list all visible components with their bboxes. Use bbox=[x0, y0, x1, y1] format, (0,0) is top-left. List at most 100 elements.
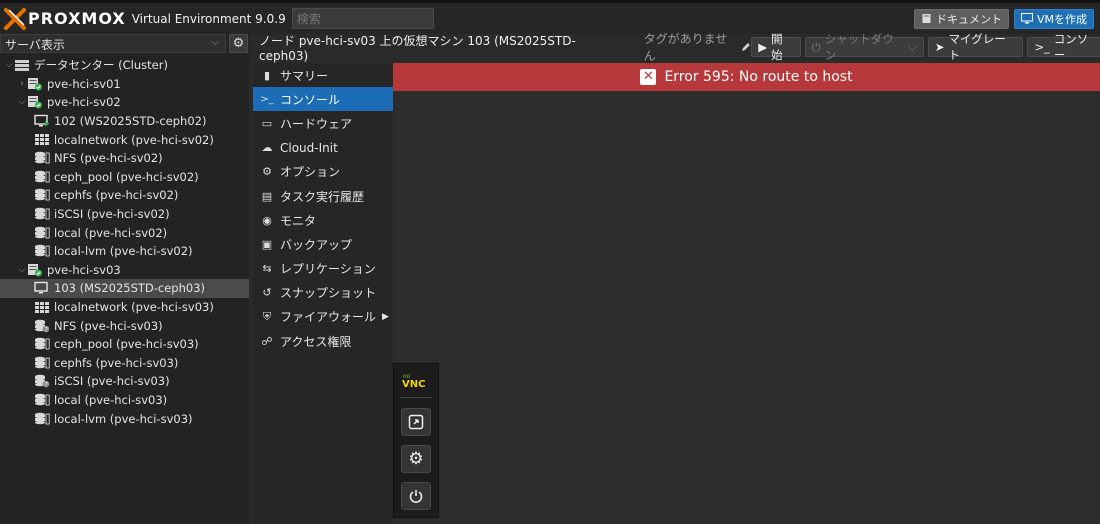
svg-text:?: ? bbox=[45, 382, 48, 389]
tree-item-label: ceph_pool (pve-hci-sv03) bbox=[54, 337, 199, 352]
console-panel: ✕ Error 595: No route to host no VNC ⚙ bbox=[393, 63, 1100, 524]
tree-item-label: localnetwork (pve-hci-sv03) bbox=[54, 300, 214, 315]
tree-item-label: pve-hci-sv02 bbox=[47, 95, 121, 110]
collapse-icon[interactable]: ⌵ bbox=[17, 265, 27, 275]
tree-item-label: cephfs (pve-hci-sv03) bbox=[54, 355, 179, 370]
nav-item-list[interactable]: ▤ タスク実行履歴 bbox=[253, 184, 393, 208]
tree-item[interactable]: local-lvm (pve-hci-sv03) bbox=[0, 409, 249, 428]
play-icon: ▶ bbox=[758, 40, 768, 54]
tags-label: タグがありません bbox=[643, 32, 728, 63]
product-version: Virtual Environment 9.0.9 bbox=[131, 11, 286, 26]
documentation-button[interactable]: ドキュメント bbox=[913, 8, 1009, 29]
shutdown-button[interactable]: ⏻ シャットダウン ⌵ bbox=[804, 32, 924, 62]
nav-item-label: コンソール bbox=[280, 92, 341, 107]
tree-item[interactable]: 102 (WS2025STD-ceph02) bbox=[0, 112, 249, 131]
tree-item[interactable]: ⌵ pve-hci-sv02 bbox=[0, 93, 249, 112]
console-label: コンソー bbox=[1053, 32, 1089, 62]
datacenter-icon bbox=[14, 58, 30, 72]
nav-item-retweet[interactable]: ⇆ レプリケーション bbox=[253, 257, 393, 281]
chevron-down-icon: ⌵ bbox=[211, 37, 219, 48]
retweet-icon: ⇆ bbox=[262, 262, 272, 276]
tree-item[interactable]: ⌵ pve-hci-sv03 bbox=[0, 261, 249, 280]
nav-item-label: オプション bbox=[280, 165, 341, 180]
monitor-icon: ▭ bbox=[261, 116, 273, 130]
tree-item[interactable]: › pve-hci-sv01 bbox=[0, 75, 249, 94]
tree-item[interactable]: NFS (pve-hci-sv02) bbox=[0, 149, 249, 168]
vnc-power-button[interactable] bbox=[401, 482, 431, 510]
nav-item-cloud[interactable]: ☁ Cloud-Init bbox=[253, 136, 393, 160]
expand-icon[interactable]: › bbox=[17, 79, 27, 89]
nav-item-monitor[interactable]: ▭ ハードウェア bbox=[253, 111, 393, 135]
nav-item-label: Cloud-Init bbox=[280, 140, 338, 155]
nav-item-history[interactable]: ↺ スナップショット bbox=[253, 281, 393, 305]
novnc-logo-text: VNC bbox=[402, 379, 425, 388]
tree-item[interactable]: local (pve-hci-sv03) bbox=[0, 391, 249, 410]
svg-text:?: ? bbox=[45, 326, 48, 333]
close-icon: ✕ bbox=[640, 69, 657, 85]
tree-item-label: ceph_pool (pve-hci-sv02) bbox=[54, 169, 199, 184]
tree-item[interactable]: local-lvm (pve-hci-sv02) bbox=[0, 242, 249, 261]
console-button[interactable]: >_ コンソー bbox=[1027, 32, 1100, 62]
page-title: ノード pve-hci-sv03 上の仮想マシン 103 (MS2025STD-… bbox=[259, 33, 576, 63]
list-icon: ▤ bbox=[261, 189, 273, 203]
tree-item[interactable]: iSCSI (pve-hci-sv02) bbox=[0, 205, 249, 224]
history-icon: ↺ bbox=[262, 286, 272, 300]
nav-item-label: バックアップ bbox=[280, 237, 353, 252]
migrate-button[interactable]: ➤ マイグレート bbox=[927, 32, 1024, 62]
shutdown-label: シャットダウン bbox=[824, 32, 894, 62]
pencil-icon[interactable] bbox=[740, 42, 751, 53]
tree-item[interactable]: ? NFS (pve-hci-sv03) bbox=[0, 316, 249, 335]
tree-item-label: iSCSI (pve-hci-sv02) bbox=[54, 207, 170, 222]
storage-icon bbox=[34, 337, 50, 351]
create-vm-button[interactable]: VMを作成 bbox=[1013, 8, 1094, 29]
vnc-settings-button[interactable]: ⚙ bbox=[401, 445, 431, 473]
power-icon: ⏻ bbox=[811, 39, 821, 54]
storage-icon bbox=[34, 170, 50, 184]
collapse-icon[interactable]: ⌵ bbox=[17, 97, 27, 107]
nav-item-save[interactable]: ▣ バックアップ bbox=[253, 232, 393, 256]
vm-nav-menu: ▮ サマリー >_ コンソール ▭ ハードウェア ☁ Cloud-Init ⚙ オプション ▤ タスク… bbox=[253, 63, 393, 524]
monitor-icon bbox=[1020, 13, 1033, 24]
start-button[interactable]: ▶ 開始 bbox=[751, 32, 801, 62]
tree-item-label: 103 (MS2025STD-ceph03) bbox=[54, 281, 206, 296]
chevron-down-icon[interactable]: ⌵ bbox=[908, 40, 917, 55]
tree-item[interactable]: local (pve-hci-sv02) bbox=[0, 223, 249, 242]
tree-item[interactable]: cephfs (pve-hci-sv03) bbox=[0, 354, 249, 373]
tree-item[interactable]: ⌵ データセンター (Cluster) bbox=[0, 56, 249, 75]
tree-item[interactable]: 103 (MS2025STD-ceph03) bbox=[0, 279, 249, 298]
tree-item[interactable]: localnetwork (pve-hci-sv02) bbox=[0, 130, 249, 149]
proxmox-x-icon bbox=[4, 7, 26, 30]
nav-item-shield[interactable]: ⛨ ファイアウォール ▶ bbox=[253, 305, 393, 329]
nav-item-book[interactable]: ▮ サマリー bbox=[253, 63, 393, 87]
tree-item[interactable]: ceph_pool (pve-hci-sv03) bbox=[0, 335, 249, 354]
nav-item-label: タスク実行履歴 bbox=[280, 189, 365, 204]
view-selector-value: サーバ表示 bbox=[5, 38, 65, 52]
tree-item-label: 102 (WS2025STD-ceph02) bbox=[54, 114, 207, 129]
nav-item-terminal[interactable]: >_ コンソール bbox=[253, 87, 393, 112]
tree-settings-button[interactable]: ⚙ bbox=[229, 34, 248, 53]
search-input[interactable] bbox=[291, 8, 434, 29]
storage-icon bbox=[34, 412, 50, 426]
tree-item-label: local-lvm (pve-hci-sv03) bbox=[54, 411, 193, 426]
collapse-icon[interactable]: ⌵ bbox=[4, 60, 14, 70]
view-selector[interactable]: サーバ表示 ⌵ bbox=[0, 34, 226, 53]
tree-item[interactable]: cephfs (pve-hci-sv02) bbox=[0, 186, 249, 205]
tree-item-label: local-lvm (pve-hci-sv02) bbox=[54, 244, 193, 259]
tree-item[interactable]: ? iSCSI (pve-hci-sv03) bbox=[0, 372, 249, 391]
unlock-icon: ☍ bbox=[261, 334, 273, 348]
tree-item[interactable]: ceph_pool (pve-hci-sv02) bbox=[0, 168, 249, 187]
migrate-label: マイグレート bbox=[948, 32, 1006, 62]
proxmox-window: PROXMOX Virtual Environment 9.0.9 ドキュメント… bbox=[0, 0, 1100, 524]
scale-toggle-button[interactable] bbox=[401, 408, 431, 436]
nav-item-label: レプリケーション bbox=[280, 262, 376, 277]
nav-item-gear[interactable]: ⚙ オプション bbox=[253, 160, 393, 184]
tree-item-label: iSCSI (pve-hci-sv03) bbox=[54, 374, 170, 389]
nav-item-unlock[interactable]: ☍ アクセス権限 bbox=[253, 329, 393, 353]
nav-item-eye[interactable]: ◉ モニタ bbox=[253, 208, 393, 232]
network-grid-icon bbox=[34, 300, 50, 314]
tree-item-label: local (pve-hci-sv03) bbox=[54, 392, 168, 407]
novnc-control-bar: no VNC ⚙ bbox=[393, 363, 439, 518]
tags-area[interactable]: タグがありません bbox=[644, 30, 752, 64]
tree-item[interactable]: localnetwork (pve-hci-sv03) bbox=[0, 298, 249, 317]
tree-item-label: pve-hci-sv01 bbox=[47, 76, 121, 91]
